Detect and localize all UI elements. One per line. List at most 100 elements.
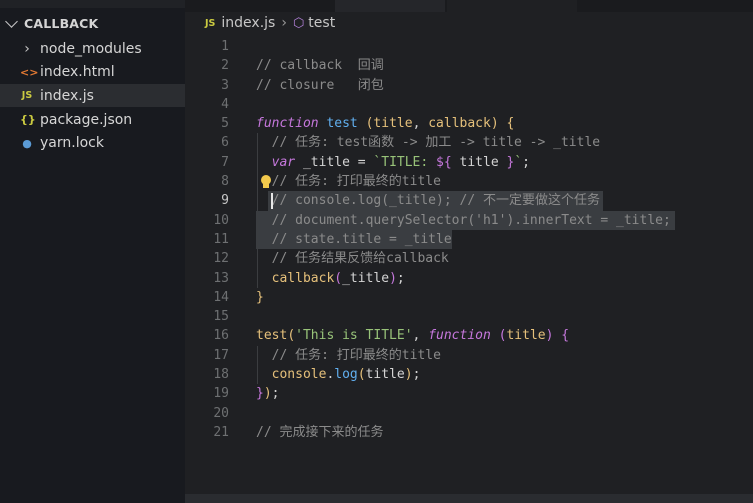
code-line[interactable]: 5 function test (title, callback) { [185,114,753,133]
tab-active[interactable] [335,0,445,12]
code-token: function [428,328,491,344]
code-token: 'This is TITLE' [295,328,413,344]
code-token: // document.querySelector('h1').innerTex… [256,212,671,228]
code-line[interactable]: 3 // closure 闭包 [185,76,753,95]
code-text: }); [256,384,279,403]
code-text: // 任务: test函数 -> 加工 -> title -> _title [256,133,600,152]
code-text: // 任务: 打印最终的title [256,172,441,191]
js-file-icon: JS [21,90,33,102]
code-token: ( [287,328,296,344]
code-token: ; [396,270,405,286]
code-token: ` [514,154,523,170]
folder-chevron-icon: › [24,40,30,57]
file-label: node_modules [40,40,142,57]
file-item[interactable]: ● yarn.lock [0,132,185,155]
code-line[interactable]: 17 // 任务: 打印最终的title [185,345,753,366]
file-label: index.html [40,64,115,81]
code-token: , [412,328,429,344]
file-item[interactable]: <> index.html [0,61,185,84]
code-line[interactable]: 9 // console.log(_title); // 不一定要做这个任务 [185,191,753,211]
yarn-file-icon: ● [22,136,32,150]
code-token: ; [522,154,530,170]
line-number: 11 [213,231,229,247]
file-item[interactable]: {} package.json [0,108,185,131]
sidebar-top-edge [0,0,185,8]
code-line[interactable]: 18 console.log(title); [185,365,753,385]
code-token: callback [271,270,335,286]
code-token: ) [263,386,272,402]
horizontal-scrollbar[interactable] [185,494,753,503]
code-line[interactable]: 8 // 任务: 打印最终的title [185,172,753,192]
code-token: { [561,328,570,344]
lightbulb-icon[interactable] [260,172,272,191]
code-line[interactable]: 20 [185,404,753,423]
line-number: 7 [221,154,229,170]
code-token: ) [490,116,499,132]
code-line[interactable]: 13 callback(_title); [185,268,753,288]
code-token: // 任务: 打印最终的title [256,347,441,363]
code-area[interactable]: 1 2// callback 回调 3// closure 闭包 4 5 function… [185,37,753,442]
code-line[interactable]: 15 [185,307,753,326]
code-token: test [326,116,358,132]
code-line[interactable]: 1 [185,37,753,56]
code-text: // console.log(_title); // 不一定要做这个任务 [256,191,600,210]
code-token: // 任务: 打印最终的title [256,174,441,190]
breadcrumb: JS index.js › ⬡ test [205,15,335,31]
breadcrumb-symbol[interactable]: test [308,15,335,31]
line-number: 8 [221,174,229,190]
line-number: 4 [221,96,229,112]
line-number: 9 [221,193,229,209]
code-line[interactable]: 11 // state.title = _title [185,229,753,250]
code-token: `TITLE: [373,154,437,170]
code-text: function test (title, callback) { [256,114,514,133]
code-token: log [334,367,358,383]
code-token: title [365,367,405,383]
file-item[interactable]: › node_modules [0,37,185,60]
code-token: callback [428,116,491,132]
line-number: 10 [213,212,229,228]
code-text: callback(_title); [256,269,405,288]
file-label: yarn.lock [40,135,104,152]
code-token: } [256,386,264,402]
code-token: } [256,289,264,305]
line-number: 15 [213,309,229,325]
breadcrumb-file[interactable]: index.js [221,15,275,31]
code-token: ; [271,386,280,402]
code-text: // state.title = _title [256,230,452,249]
code-line[interactable]: 7 var _title = `TITLE: ${ title }`; [185,152,753,173]
code-token: _title [342,270,390,286]
code-line[interactable]: 19}); [185,384,753,403]
code-token: // 完成接下来的任务 [256,424,384,440]
code-line[interactable]: 6 // 任务: test函数 -> 加工 -> title -> _title [185,133,753,153]
code-token: // 任务结果反馈给callback [256,251,449,267]
line-number: 18 [213,367,229,383]
json-file-icon: {} [20,113,36,127]
code-line[interactable]: 10 // document.querySelector('h1').inner… [185,210,753,230]
code-token: function [256,116,319,132]
code-text: // document.querySelector('h1').innerTex… [256,211,671,230]
file-item[interactable]: JS index.js [0,84,185,108]
code-line[interactable]: 16 test('This is TITLE', function (title)… [185,326,753,345]
line-number: 13 [213,270,229,286]
code-line[interactable]: 2 // callback 回调 [185,56,753,75]
line-number: 12 [213,251,229,267]
code-text: } [256,288,264,307]
chevron-down-icon [5,14,18,28]
code-line[interactable]: 12 // 任务结果反馈给callback [185,249,753,269]
line-number: 19 [213,386,229,402]
code-line[interactable]: 4 [185,95,753,114]
text-cursor [271,193,273,210]
code-text: // 完成接下来的任务 [256,423,383,442]
line-number: 1 [221,39,229,54]
tab-inactive[interactable] [447,0,577,12]
line-number: 21 [213,424,229,440]
code-token: // callback 回调 [256,58,384,74]
code-line[interactable]: 21 // 完成接下来的任务 [185,423,753,442]
explorer-folder-header[interactable]: CALLBACK [5,14,98,31]
code-line[interactable]: 14} [185,288,753,307]
editor-pane: JS index.js › ⬡ test 1 2// callback 回调 3//… [185,0,753,503]
